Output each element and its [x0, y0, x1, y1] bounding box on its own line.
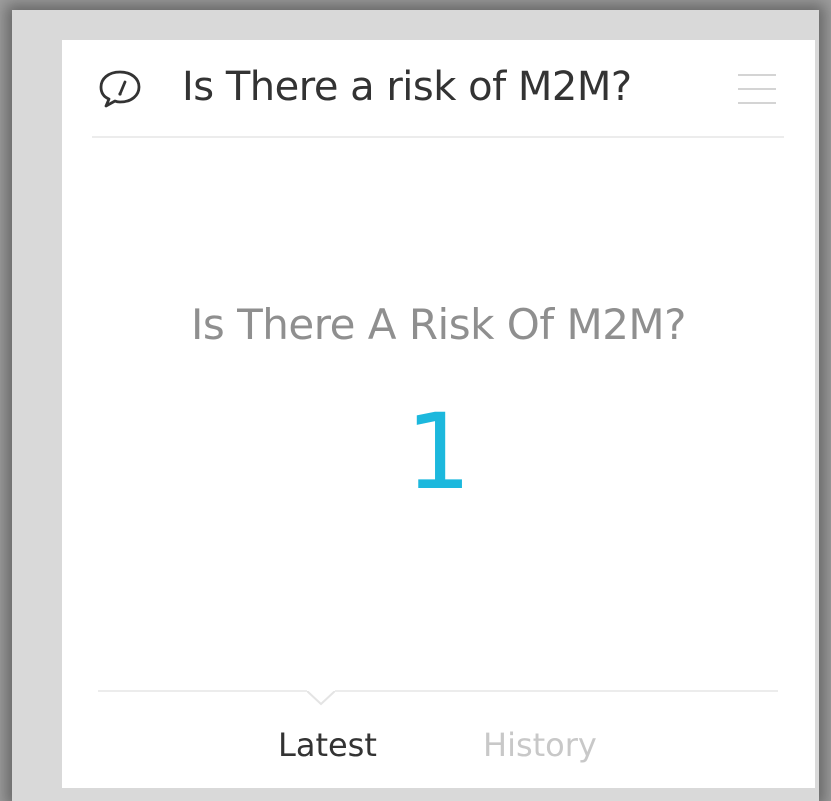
- active-tab-pointer-icon: [306, 682, 336, 710]
- widget-frame: Is There a risk of M2M? Is There A Risk …: [12, 10, 819, 801]
- widget-card: Is There a risk of M2M? Is There A Risk …: [62, 40, 815, 788]
- tab-history[interactable]: History: [483, 726, 597, 764]
- tab-latest[interactable]: Latest: [278, 726, 377, 764]
- metric-label: Is There A Risk Of M2M?: [191, 300, 686, 349]
- metric-value: 1: [405, 391, 472, 513]
- speech-gauge-icon: [96, 66, 144, 110]
- hamburger-menu-icon[interactable]: [738, 72, 776, 106]
- widget-header: Is There a risk of M2M?: [92, 40, 784, 138]
- tab-divider: [98, 690, 778, 692]
- widget-title: Is There a risk of M2M?: [182, 64, 632, 110]
